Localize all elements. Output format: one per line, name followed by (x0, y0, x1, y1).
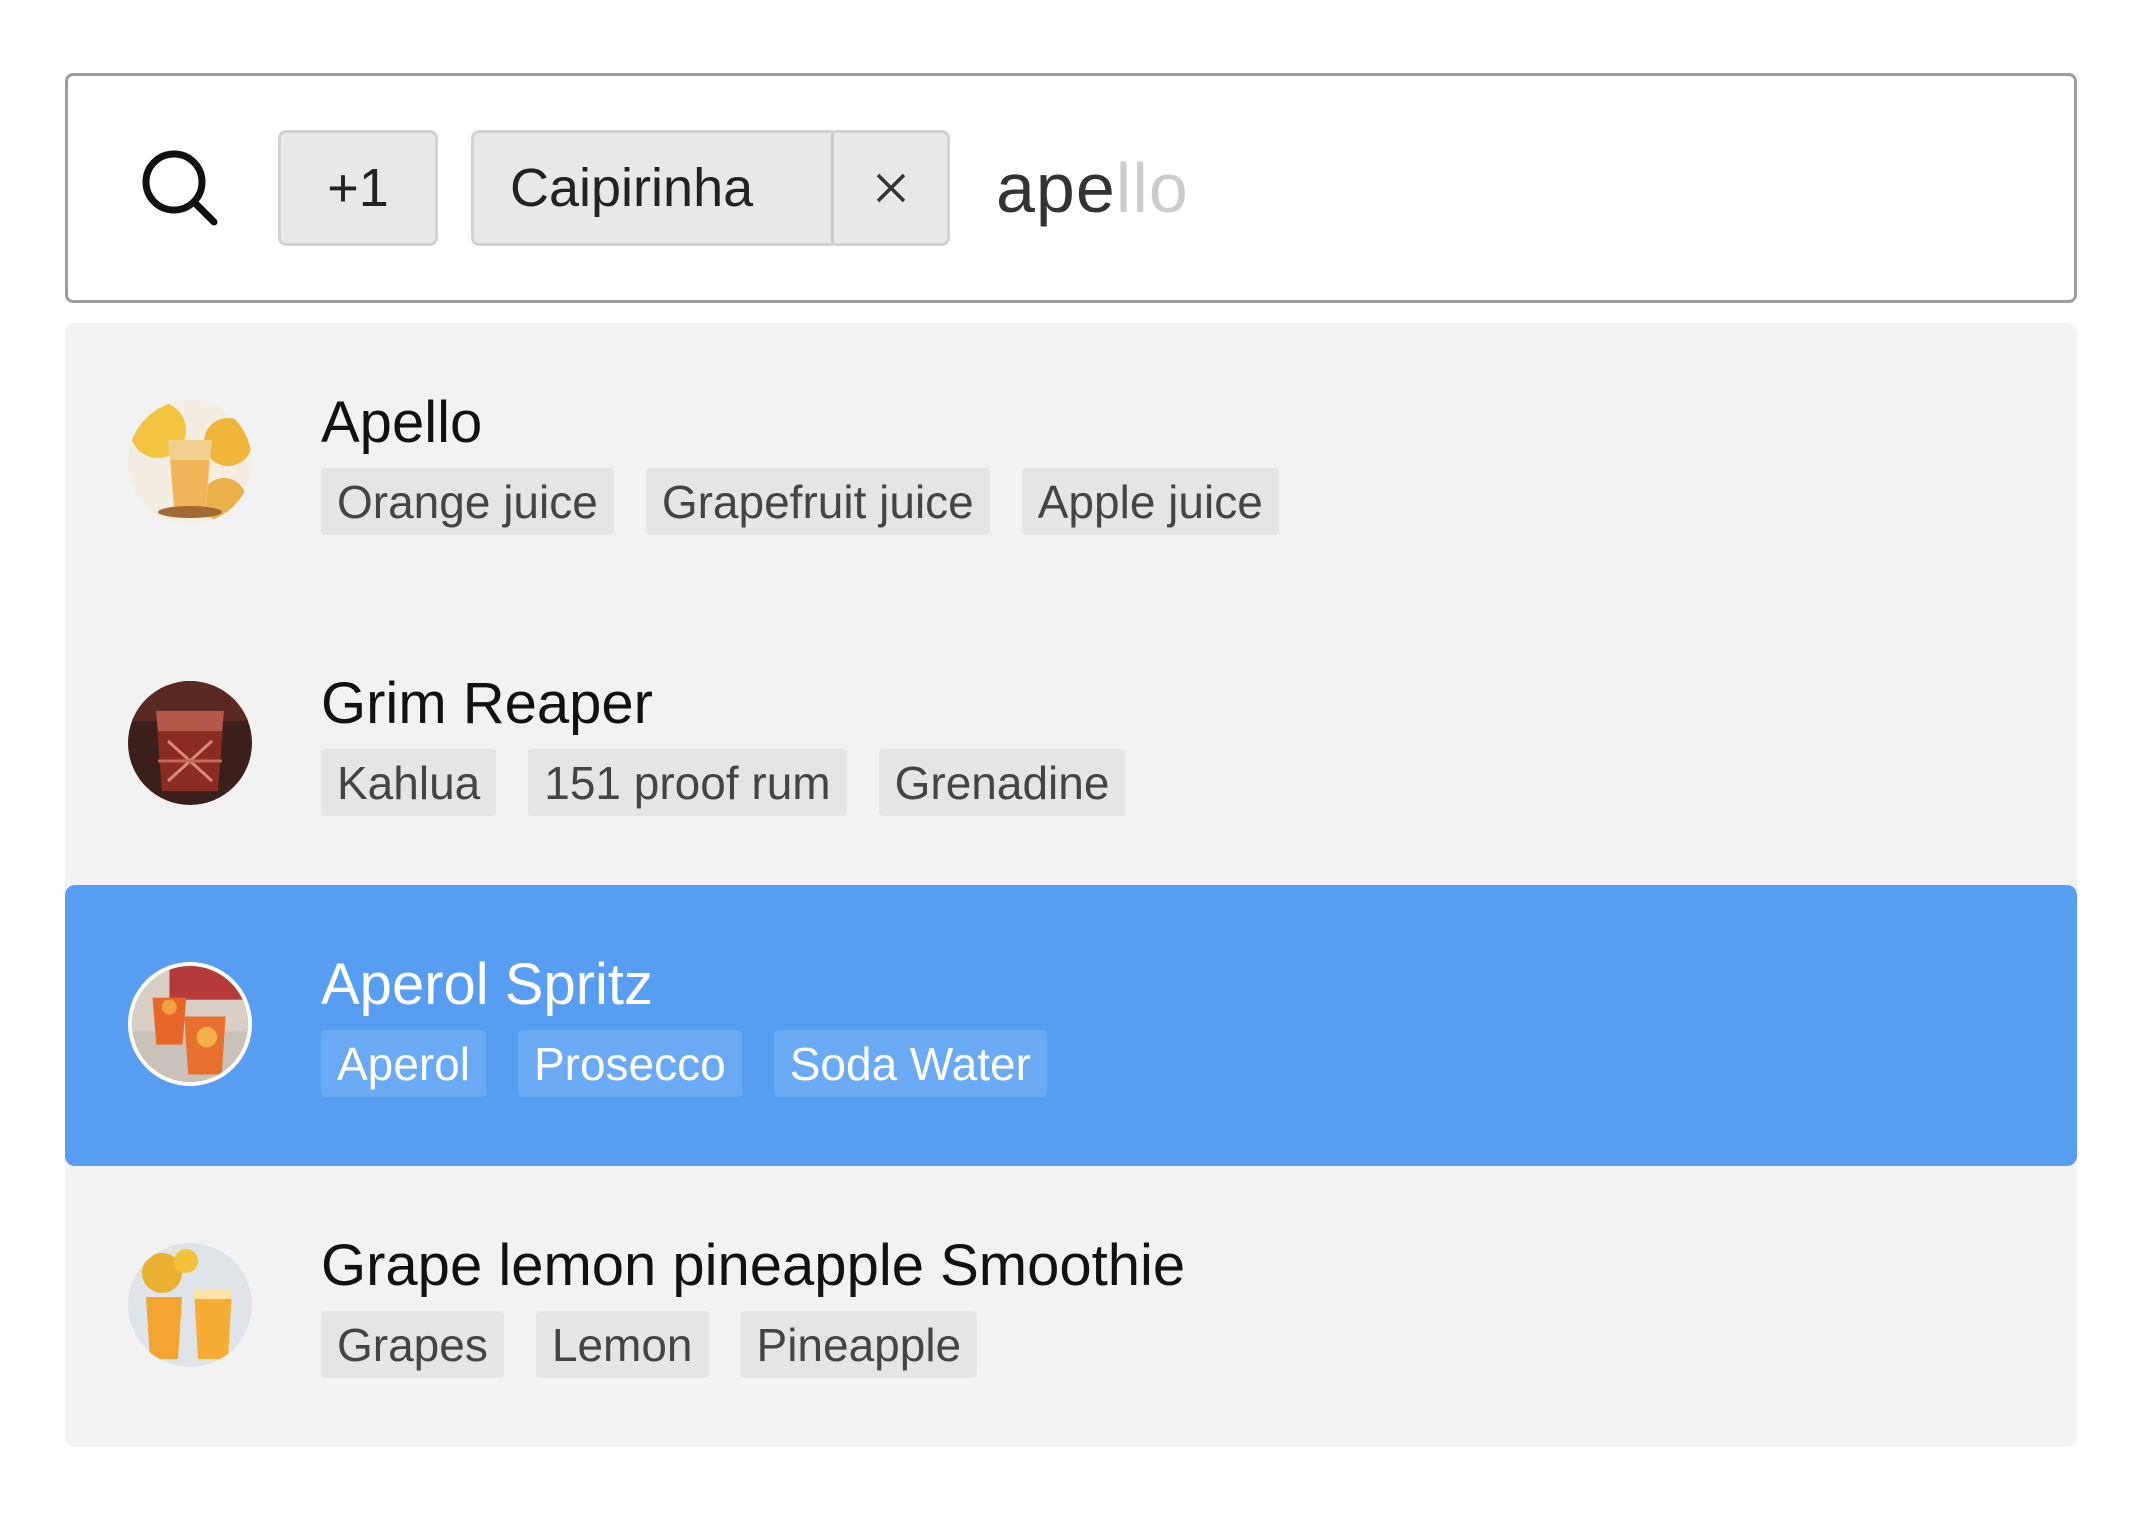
ingredient-list: Aperol Prosecco Soda Water (321, 1030, 1079, 1097)
ingredient-tag: Prosecco (517, 1030, 742, 1097)
ingredient-list: Kahlua 151 proof rum Grenadine (321, 749, 1157, 816)
ingredient-tag: Aperol (321, 1030, 486, 1097)
selected-tag-chip: Caipirinha (471, 130, 950, 246)
more-tags-chip[interactable]: +1 (278, 130, 438, 246)
ingredient-tag: Soda Water (773, 1030, 1047, 1097)
result-title: Aperol Spritz (321, 952, 654, 1017)
result-item-grape-lemon-pineapple-smoothie[interactable]: Grape lemon pineapple Smoothie Grapes Le… (65, 1166, 2077, 1447)
close-icon (876, 173, 905, 203)
aperol-spritz-thumbnail-icon (128, 962, 252, 1086)
multi-select-search: +1 Caipirinha ape llo Apello Orange juic… (0, 0, 2136, 1524)
ingredient-list: Grapes Lemon Pineapple (321, 1311, 1009, 1378)
ingredient-list: Orange juice Grapefruit juice Apple juic… (321, 468, 1311, 535)
ingredient-tag: Grapefruit juice (645, 468, 990, 535)
orange-juice-thumbnail-icon (128, 400, 252, 524)
result-title: Grape lemon pineapple Smoothie (321, 1233, 1186, 1298)
autocomplete-hint: llo (1115, 149, 1189, 227)
ingredient-tag: Grenadine (878, 749, 1126, 816)
ingredient-tag: Grapes (321, 1311, 504, 1378)
result-item-apello[interactable]: Apello Orange juice Grapefruit juice App… (65, 323, 2077, 604)
ingredient-tag: 151 proof rum (528, 749, 847, 816)
ingredient-tag: Orange juice (321, 468, 614, 535)
ingredient-tag: Kahlua (321, 749, 497, 816)
remove-tag-button[interactable] (834, 133, 947, 243)
ingredient-tag: Lemon (535, 1311, 709, 1378)
search-box[interactable]: +1 Caipirinha ape llo (65, 73, 2077, 303)
ingredient-tag: Apple juice (1021, 468, 1279, 535)
search-input[interactable]: ape llo (996, 148, 1189, 228)
result-title: Grim Reaper (321, 671, 653, 736)
result-item-grim-reaper[interactable]: Grim Reaper Kahlua 151 proof rum Grenadi… (65, 604, 2077, 885)
results-list: Apello Orange juice Grapefruit juice App… (65, 323, 2077, 1447)
dark-cocktail-thumbnail-icon (128, 681, 252, 805)
search-icon (142, 150, 218, 226)
search-input-typed-text: ape (996, 149, 1116, 227)
ingredient-tag: Pineapple (740, 1311, 978, 1378)
result-item-aperol-spritz[interactable]: Aperol Spritz Aperol Prosecco Soda Water (65, 885, 2077, 1166)
result-title: Apello (321, 390, 483, 455)
more-tags-count: +1 (327, 158, 389, 218)
smoothie-thumbnail-icon (128, 1243, 252, 1367)
selected-tag-label: Caipirinha (510, 158, 754, 218)
